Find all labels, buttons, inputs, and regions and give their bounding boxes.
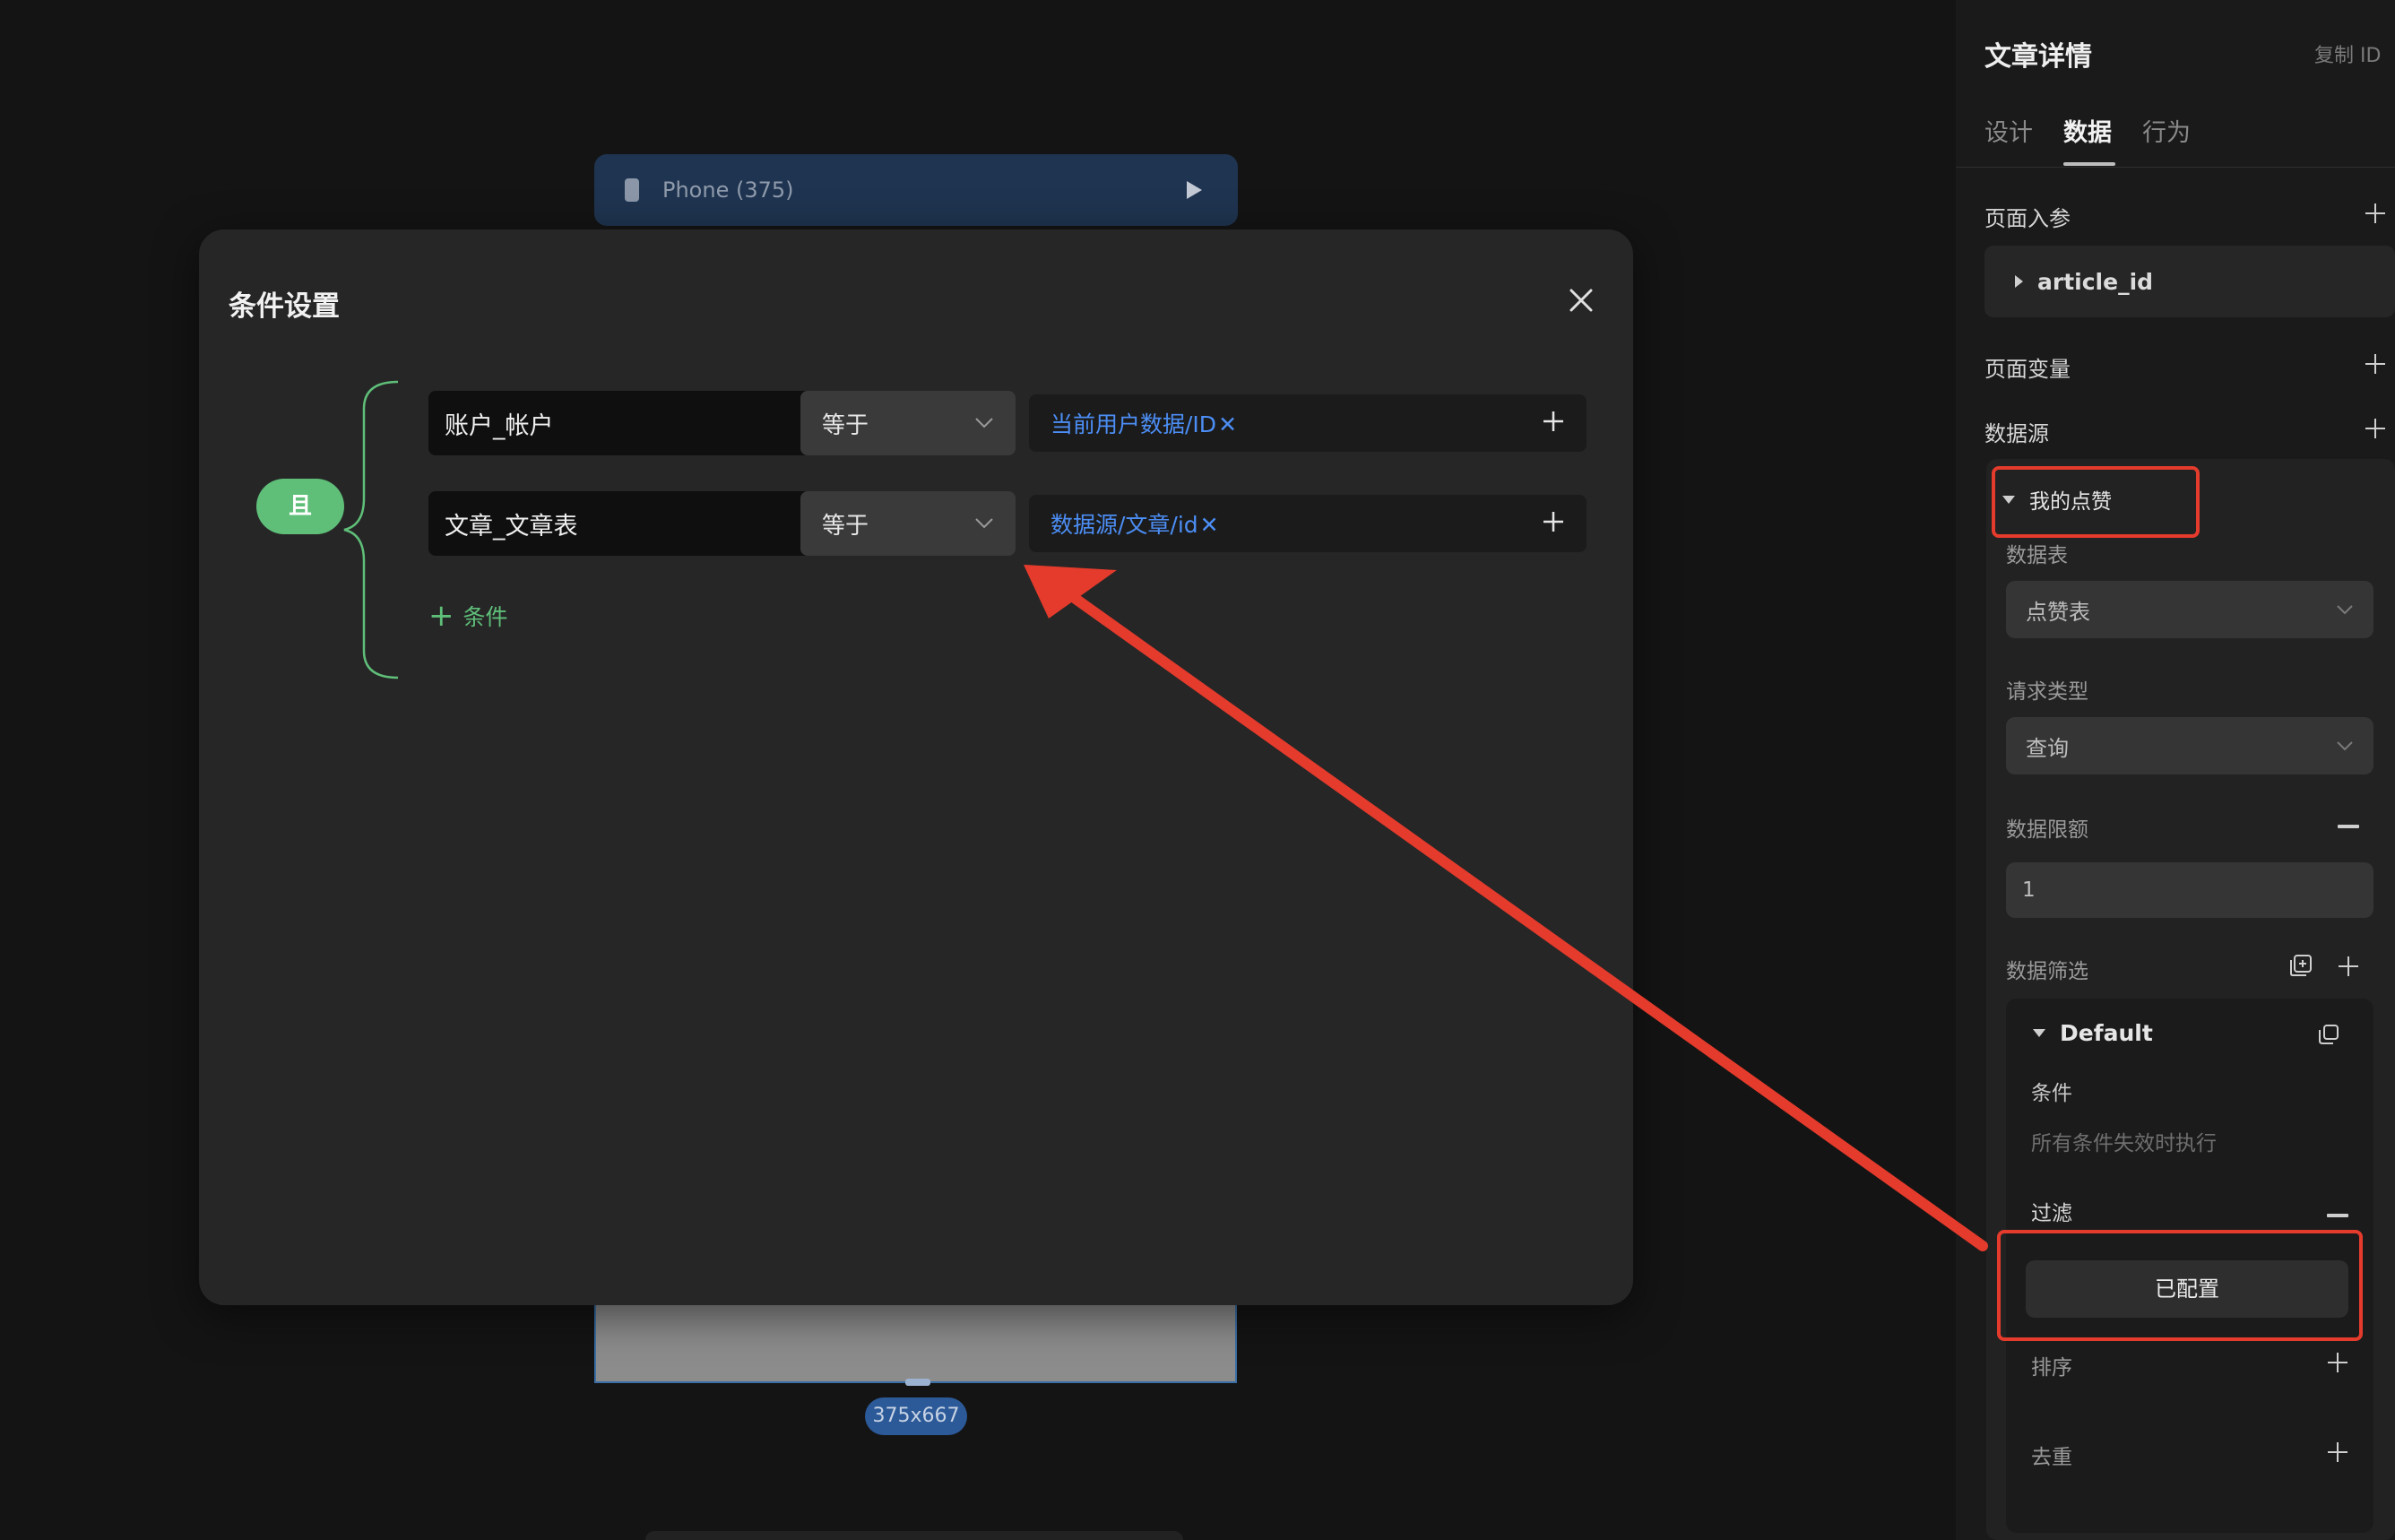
filter-group-name: Default xyxy=(2060,1020,2153,1046)
condition-settings-modal: 条件设置 且 账户_帐户 等于 当前用户数据/ID✕ 文章_文章表 等于 数据源… xyxy=(199,229,1633,1305)
condition-label: 条件 xyxy=(2031,1082,2072,1105)
page-params-label: 页面入参 xyxy=(1984,206,2071,231)
request-type-label: 请求类型 xyxy=(2006,680,2088,704)
resize-handle[interactable] xyxy=(905,1379,930,1386)
panel-title: 文章详情 xyxy=(1984,41,2092,73)
add-sort-icon[interactable] xyxy=(2327,1352,2348,1373)
logic-brace xyxy=(343,380,399,679)
active-tab-indicator xyxy=(2063,162,2115,166)
condition-value-text: 数据源/文章/id xyxy=(1051,512,1198,538)
phone-canvas xyxy=(594,1303,1237,1383)
property-panel: 文章详情 复制 ID 设计 数据 行为 页面入参 article_id 页面变量… xyxy=(1956,0,2395,1540)
chevron-down-icon xyxy=(975,518,993,529)
add-condition-label: 条件 xyxy=(463,604,508,630)
add-page-param-icon[interactable] xyxy=(2365,203,2386,224)
datasource-label: 数据源 xyxy=(1984,421,2049,446)
limit-value: 1 xyxy=(2022,878,2036,902)
condition-value-text: 当前用户数据/ID xyxy=(1051,411,1217,437)
plus-icon: + xyxy=(428,598,454,634)
remove-value-icon[interactable]: ✕ xyxy=(1200,512,1219,538)
filter-sub-label: 过滤 xyxy=(2031,1202,2072,1225)
modal-title: 条件设置 xyxy=(229,290,340,323)
minus-icon[interactable] xyxy=(2327,1214,2348,1217)
table-label: 数据表 xyxy=(2006,544,2068,567)
chevron-down-icon xyxy=(2337,741,2353,751)
filter-group-header[interactable]: Default xyxy=(2033,1020,2153,1046)
tab-data[interactable]: 数据 xyxy=(2063,113,2112,148)
request-type-value: 查询 xyxy=(2026,735,2069,761)
condition-operator-select[interactable]: 等于 xyxy=(800,391,1016,455)
copy-id-button[interactable]: 复制 ID xyxy=(2314,39,2381,68)
expand-icon xyxy=(2015,275,2023,288)
collapse-icon xyxy=(2033,1029,2045,1037)
limit-input[interactable]: 1 xyxy=(2006,862,2373,918)
chevron-down-icon xyxy=(2337,605,2353,615)
remove-value-icon[interactable]: ✕ xyxy=(1218,411,1237,437)
tab-behavior[interactable]: 行为 xyxy=(2142,113,2191,148)
copy-icon[interactable] xyxy=(2318,1024,2339,1045)
page-vars-label: 页面变量 xyxy=(1984,357,2071,382)
minus-icon[interactable] xyxy=(2338,825,2359,828)
condition-value-box[interactable]: 当前用户数据/ID✕ xyxy=(1029,394,1587,452)
add-dedupe-icon[interactable] xyxy=(2327,1441,2348,1463)
sort-label: 排序 xyxy=(2031,1356,2072,1380)
page-param-name: article_id xyxy=(2037,268,2154,295)
bottom-toolbar xyxy=(645,1531,1183,1540)
device-selector[interactable]: Phone (375) xyxy=(594,154,1238,226)
condition-value-tag: 数据源/文章/id✕ xyxy=(1051,507,1542,540)
condition-value-tag: 当前用户数据/ID✕ xyxy=(1051,407,1542,439)
request-type-select[interactable]: 查询 xyxy=(2006,717,2373,774)
condition-operator-value: 等于 xyxy=(822,512,869,540)
add-condition-button[interactable]: + 条件 xyxy=(428,600,508,632)
play-icon[interactable] xyxy=(1180,177,1207,203)
collapse-icon xyxy=(2002,495,2015,504)
close-icon[interactable] xyxy=(1568,287,1595,314)
logic-operator-toggle[interactable]: 且 xyxy=(256,479,344,534)
chevron-down-icon xyxy=(975,418,993,428)
size-badge: 375x667 xyxy=(865,1397,967,1435)
plus-icon[interactable] xyxy=(1542,510,1565,537)
filter-label: 数据筛选 xyxy=(2006,960,2088,983)
add-page-var-icon[interactable] xyxy=(2365,353,2386,375)
device-label: Phone (375) xyxy=(662,177,794,203)
condition-value-box[interactable]: 数据源/文章/id✕ xyxy=(1029,495,1587,552)
plus-icon[interactable] xyxy=(1542,410,1565,437)
condition-hint: 所有条件失效时执行 xyxy=(2031,1132,2217,1155)
add-datasource-icon[interactable] xyxy=(2365,418,2386,439)
condition-operator-select[interactable]: 等于 xyxy=(800,491,1016,556)
page-param-item[interactable]: article_id xyxy=(1984,246,2395,317)
configured-button[interactable]: 已配置 xyxy=(2026,1260,2348,1318)
datasource-header[interactable]: 我的点赞 xyxy=(2002,484,2112,515)
datasource-name: 我的点赞 xyxy=(2029,490,2112,514)
phone-icon xyxy=(625,178,639,202)
limit-label: 数据限额 xyxy=(2006,818,2088,842)
condition-operator-value: 等于 xyxy=(822,411,869,439)
divider xyxy=(1956,167,2395,168)
dedupe-label: 去重 xyxy=(2031,1446,2072,1469)
table-select-value: 点赞表 xyxy=(2026,599,2090,625)
add-filter-icon[interactable] xyxy=(2338,956,2359,977)
tab-design[interactable]: 设计 xyxy=(1984,113,2033,148)
add-group-icon[interactable] xyxy=(2289,954,2313,977)
table-select[interactable]: 点赞表 xyxy=(2006,581,2373,638)
